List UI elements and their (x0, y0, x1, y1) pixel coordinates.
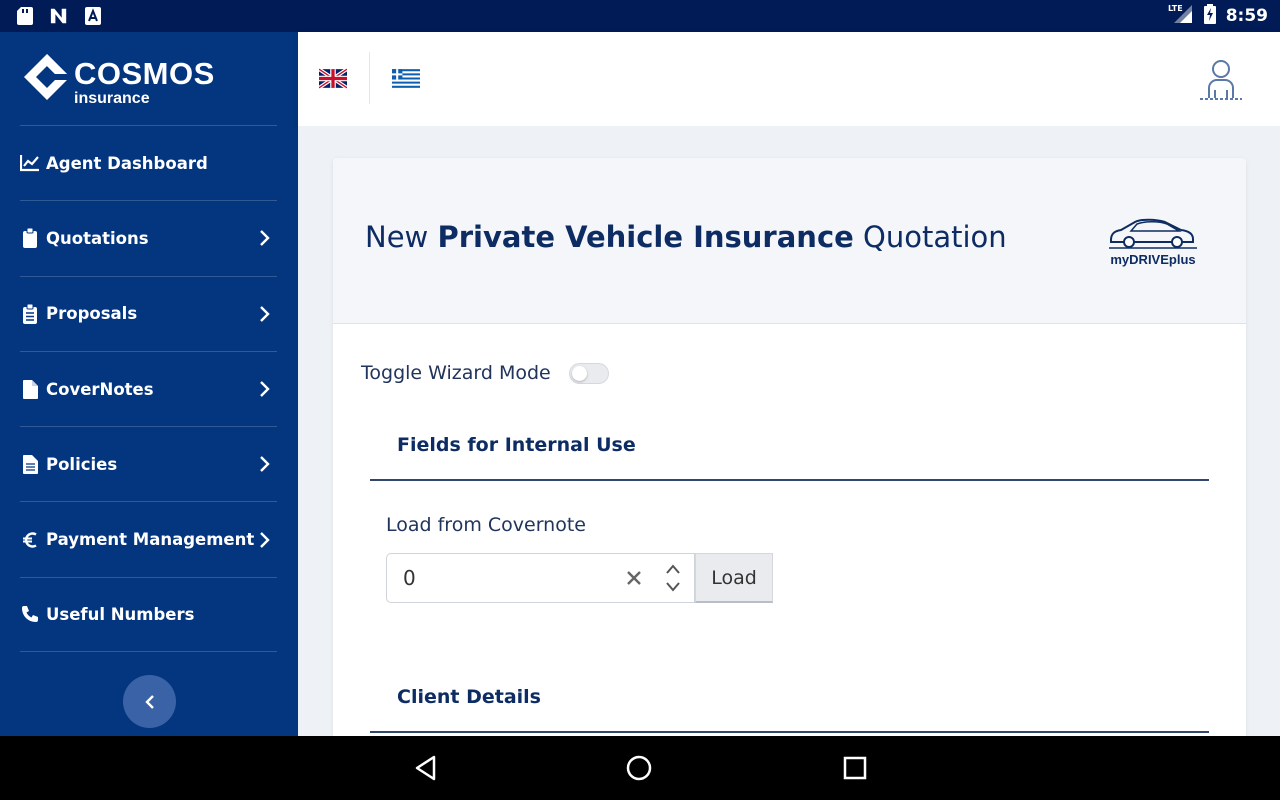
clipboard-icon (20, 228, 40, 249)
sidebar-collapse-button[interactable] (123, 675, 176, 728)
sidebar-item-payment-management[interactable]: Payment Management (20, 501, 277, 576)
section-divider (370, 479, 1209, 481)
user-profile-icon[interactable] (1198, 58, 1244, 102)
sidebar-item-label: Agent Dashboard (46, 153, 208, 173)
sidebar-item-label: Proposals (46, 304, 138, 324)
back-icon[interactable] (412, 754, 440, 782)
sidebar-item-label: Policies (46, 454, 118, 474)
toggle-knob (571, 365, 587, 381)
cosmos-logo[interactable]: COSMOS insurance (22, 52, 242, 112)
lte-signal-icon: LTE (1168, 3, 1194, 29)
sidebar-item-quotations[interactable]: Quotations (20, 200, 277, 275)
title-prefix: New (365, 220, 438, 254)
title-suffix: Quotation (853, 220, 1007, 254)
chart-line-icon (20, 153, 40, 173)
car-icon (1109, 218, 1197, 249)
home-icon[interactable] (625, 754, 653, 782)
chevron-right-icon (260, 305, 270, 322)
system-nav-bar (0, 736, 1280, 800)
quotation-card: New Private Vehicle Insurance Quotation … (333, 158, 1246, 748)
clock: 8:59 (1225, 6, 1268, 26)
euro-icon (20, 530, 40, 550)
card-header: New Private Vehicle Insurance Quotation … (333, 158, 1246, 324)
main-content: New Private Vehicle Insurance Quotation … (298, 126, 1280, 748)
svg-text:LTE: LTE (1168, 4, 1183, 13)
brand-name: COSMOS (74, 56, 215, 91)
sidebar-item-useful-numbers[interactable]: Useful Numbers (20, 576, 277, 653)
a-notification-icon (84, 6, 102, 26)
chevron-left-icon (144, 694, 154, 709)
sidebar-nav: Agent Dashboard Quotations Proposals Cov… (20, 125, 277, 653)
chevron-right-icon (260, 531, 270, 548)
sidebar-item-label: Payment Management (46, 530, 255, 550)
file-icon (20, 379, 40, 399)
clipboard-list-icon (20, 303, 40, 324)
phone-icon (20, 604, 40, 624)
covernote-number-value: 0 (403, 566, 416, 590)
n-notification-icon (50, 6, 68, 26)
sidebar-item-covernotes[interactable]: CoverNotes (20, 350, 277, 426)
sidebar-item-agent-dashboard[interactable]: Agent Dashboard (20, 125, 277, 200)
header-divider (369, 52, 370, 104)
sidebar-item-label: CoverNotes (46, 379, 154, 399)
cosmos-diamond-icon (24, 54, 70, 100)
page-title: New Private Vehicle Insurance Quotation (365, 220, 1007, 254)
product-name: myDRIVEplus (1110, 252, 1196, 267)
section-divider (370, 731, 1209, 733)
recents-icon[interactable] (841, 754, 869, 782)
covernote-number-input[interactable]: 0 (386, 553, 695, 603)
wizard-mode-label: Toggle Wizard Mode (361, 362, 551, 384)
wizard-mode-row: Toggle Wizard Mode (361, 358, 609, 388)
file-text-icon (20, 454, 40, 474)
load-button[interactable]: Load (695, 553, 773, 603)
top-header (298, 32, 1280, 126)
chevron-right-icon (260, 230, 270, 247)
wizard-mode-toggle[interactable] (568, 362, 609, 384)
sidebar-item-proposals[interactable]: Proposals (20, 275, 277, 351)
chevron-right-icon (260, 456, 270, 473)
title-bold: Private Vehicle Insurance (437, 220, 854, 254)
status-bar: LTE 8:59 (0, 0, 1280, 32)
clear-icon[interactable] (624, 568, 644, 588)
sidebar-item-label: Quotations (46, 228, 149, 248)
greek-flag-icon[interactable] (392, 68, 420, 89)
load-covernote-label: Load from Covernote (386, 514, 586, 536)
section-title-internal: Fields for Internal Use (397, 434, 636, 456)
chevron-right-icon (260, 381, 270, 397)
sd-card-icon (16, 6, 34, 26)
battery-charging-icon (1203, 4, 1216, 28)
sidebar-item-label: Useful Numbers (46, 604, 195, 624)
uk-flag-icon[interactable] (319, 68, 347, 89)
product-logo: myDRIVEplus (1107, 212, 1199, 272)
sidebar-item-policies[interactable]: Policies (20, 426, 277, 501)
brand-subtitle: insurance (74, 90, 150, 107)
section-title-client: Client Details (397, 686, 541, 708)
sidebar: COSMOS insurance Agent Dashboard Quotati… (0, 32, 298, 736)
number-spinner-icon[interactable] (664, 563, 682, 593)
